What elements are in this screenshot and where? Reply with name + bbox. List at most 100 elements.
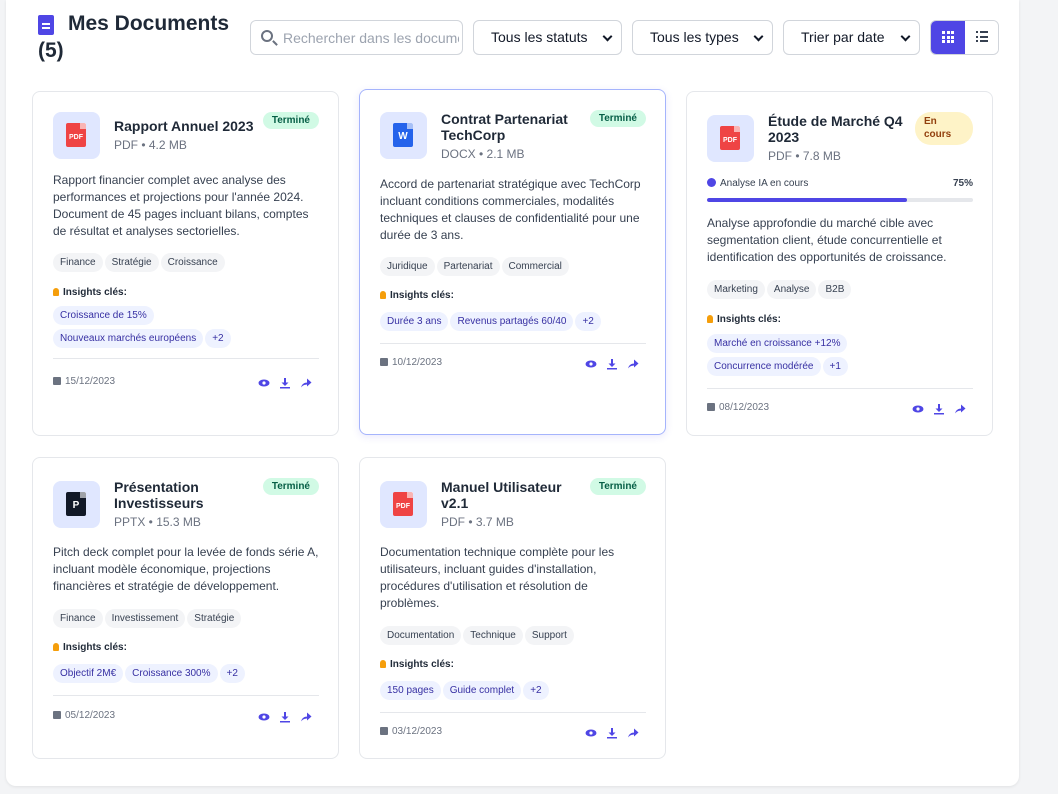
insight-more-chip[interactable]: +2 [205, 329, 231, 348]
tag[interactable]: Commercial [501, 257, 569, 276]
insight-chip[interactable]: Durée 3 ans [380, 312, 449, 331]
share-icon[interactable] [300, 377, 312, 389]
insights-label: Insights clés: [717, 314, 781, 325]
insights-heading: Insights clés: [53, 642, 127, 653]
share-icon[interactable] [954, 403, 966, 415]
card-header: P Présentation Investisseurs PPTX • 15.3… [53, 478, 319, 530]
tag[interactable]: Technique [463, 626, 523, 645]
list-icon [976, 31, 988, 42]
type-filter-select[interactable]: Tous les types [632, 20, 773, 55]
insight-more-chip[interactable]: +2 [219, 664, 245, 683]
insight-more-chip[interactable]: +1 [822, 357, 848, 376]
card-actions [258, 377, 318, 389]
document-description: Rapport financier complet avec analyse d… [53, 173, 309, 238]
insights-label: Insights clés: [390, 290, 454, 301]
document-date: 05/12/2023 [53, 710, 115, 721]
page-title-text: Mes Documents [68, 12, 230, 35]
tag[interactable]: B2B [818, 280, 852, 299]
document-card[interactable]: P Présentation Investisseurs PPTX • 15.3… [32, 457, 339, 759]
share-icon[interactable] [300, 711, 312, 723]
file-type-glyph: W [393, 123, 413, 147]
search-box[interactable] [250, 20, 463, 55]
pdf-file-icon: PDF [53, 112, 100, 159]
grid-view-button[interactable] [931, 21, 965, 54]
download-icon[interactable] [606, 727, 618, 739]
document-meta: DOCX • 2.1 MB [441, 147, 525, 161]
tag[interactable]: Stratégie [104, 253, 159, 272]
card-actions [258, 711, 318, 723]
document-date: 10/12/2023 [380, 357, 442, 368]
card-actions [912, 403, 972, 415]
insight-list: Marché en croissance +12% Concurrence mod… [707, 330, 977, 376]
insight-chip[interactable]: Marché en croissance +12% [707, 334, 848, 353]
insights-heading: Insights clés: [53, 287, 127, 298]
document-meta: PDF • 3.7 MB [441, 515, 514, 529]
insight-list: Durée 3 ans Revenus partagés 60/40 +2 [380, 308, 650, 331]
document-title[interactable]: Contrat Partenariat TechCorp [441, 111, 586, 143]
share-icon[interactable] [627, 727, 639, 739]
tag[interactable]: Investissement [104, 609, 186, 628]
document-card[interactable]: PDF Étude de Marché Q4 2023 PDF • 7.8 MB… [686, 91, 993, 436]
calendar-icon [53, 377, 61, 385]
tag-list: Juridique Partenariat Commercial [380, 256, 650, 276]
insight-chip[interactable]: Croissance 300% [125, 664, 218, 683]
tag[interactable]: Finance [53, 609, 103, 628]
insight-chip[interactable]: 150 pages [380, 681, 441, 700]
divider [380, 343, 646, 344]
ai-analysis-progress: Analyse IA en cours 75% [707, 178, 973, 202]
view-icon[interactable] [258, 711, 270, 723]
tag[interactable]: Partenariat [436, 257, 500, 276]
search-input[interactable] [283, 21, 459, 54]
insight-chip[interactable]: Croissance de 15% [53, 306, 154, 325]
card-header: W Contrat Partenariat TechCorp DOCX • 2.… [380, 110, 646, 162]
card-actions [585, 358, 645, 370]
document-title[interactable]: Présentation Investisseurs [114, 479, 259, 511]
insight-chip[interactable]: Objectif 2M€ [53, 664, 124, 683]
document-card[interactable]: PDF Manuel Utilisateur v2.1 PDF • 3.7 MB… [359, 457, 666, 759]
tag[interactable]: Stratégie [187, 609, 242, 628]
view-toggle [930, 20, 999, 55]
sort-select[interactable]: Trier par date [783, 20, 920, 55]
document-title[interactable]: Étude de Marché Q4 2023 [768, 113, 913, 145]
download-icon[interactable] [279, 711, 291, 723]
document-title[interactable]: Manuel Utilisateur v2.1 [441, 479, 586, 511]
pdf-file-icon: PDF [707, 115, 754, 162]
document-card[interactable]: PDF Rapport Annuel 2023 PDF • 4.2 MB Ter… [32, 91, 339, 436]
view-icon[interactable] [585, 727, 597, 739]
tag-list: Finance Investissement Stratégie [53, 608, 323, 628]
document-card[interactable]: W Contrat Partenariat TechCorp DOCX • 2.… [359, 89, 666, 435]
chevron-down-icon [602, 31, 613, 42]
date-value: 15/12/2023 [65, 376, 116, 387]
divider [53, 695, 319, 696]
insight-more-chip[interactable]: +2 [523, 681, 549, 700]
tag[interactable]: Documentation [380, 626, 462, 645]
download-icon[interactable] [279, 377, 291, 389]
document-title[interactable]: Rapport Annuel 2023 [114, 118, 259, 134]
view-icon[interactable] [258, 377, 270, 389]
tag-list: Documentation Technique Support [380, 625, 650, 645]
tag[interactable]: Croissance [160, 253, 225, 272]
download-icon[interactable] [606, 358, 618, 370]
insight-more-chip[interactable]: +2 [575, 312, 601, 331]
chevron-down-icon [900, 31, 911, 42]
view-icon[interactable] [585, 358, 597, 370]
insights-heading: Insights clés: [707, 314, 781, 325]
insight-chip[interactable]: Nouveaux marchés européens [53, 329, 204, 348]
tag[interactable]: Juridique [380, 257, 435, 276]
tag[interactable]: Finance [53, 253, 103, 272]
status-filter-select[interactable]: Tous les statuts [473, 20, 622, 55]
progress-label-text: Analyse IA en cours [720, 178, 809, 189]
share-icon[interactable] [627, 358, 639, 370]
insight-chip[interactable]: Guide complet [442, 681, 522, 700]
status-badge: Terminé [589, 478, 646, 495]
insight-chip[interactable]: Revenus partagés 60/40 [450, 312, 574, 331]
view-icon[interactable] [912, 403, 924, 415]
tag[interactable]: Support [524, 626, 574, 645]
header: Mes Documents (5) Tous les statuts Tous … [38, 10, 999, 70]
list-view-button[interactable] [965, 21, 998, 54]
tag[interactable]: Analyse [766, 280, 817, 299]
tag[interactable]: Marketing [707, 280, 765, 299]
download-icon[interactable] [933, 403, 945, 415]
insight-chip[interactable]: Concurrence modérée [707, 357, 821, 376]
powerpoint-file-icon: P [53, 481, 100, 528]
